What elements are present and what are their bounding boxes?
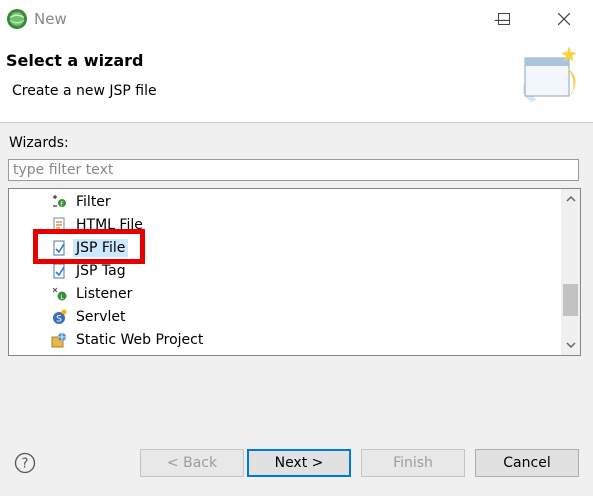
tree-item-label: Servlet — [76, 309, 126, 325]
finish-button[interactable]: Finish — [361, 449, 465, 477]
list-item[interactable]: S Servlet — [51, 306, 129, 328]
cancel-button[interactable]: Cancel — [475, 449, 579, 477]
tree-scrollbar[interactable] — [561, 189, 580, 355]
window-title: New — [34, 10, 67, 28]
wizards-label: Wizards: — [9, 135, 69, 151]
help-icon[interactable]: ? — [14, 452, 36, 474]
html-file-icon — [53, 217, 65, 233]
listener-icon: L — [52, 287, 67, 301]
next-button[interactable]: Next > — [247, 449, 351, 477]
back-button[interactable]: < Back — [140, 449, 244, 477]
chevron-up-icon — [566, 196, 575, 202]
jsp-file-icon — [53, 240, 65, 256]
maximize-icon — [498, 13, 510, 25]
wizard-header: Select a wizard Create a new JSP file — [0, 38, 593, 123]
tree-item-label: Filter — [76, 194, 111, 210]
svg-text:F: F — [60, 201, 64, 208]
list-item[interactable]: JSP File — [51, 237, 129, 259]
new-wizard-banner-icon — [523, 46, 577, 102]
list-item[interactable]: F Filter — [51, 191, 114, 213]
scroll-down-button[interactable] — [561, 335, 580, 355]
maximize-button[interactable] — [481, 0, 527, 38]
close-button[interactable] — [541, 0, 587, 38]
page-title: Select a wizard — [6, 51, 144, 70]
list-item[interactable]: L Listener — [51, 283, 135, 305]
filter-icon: F — [53, 195, 66, 208]
web-project-icon — [51, 333, 66, 348]
chevron-down-icon — [566, 342, 575, 348]
servlet-icon: S — [53, 309, 67, 325]
tree-item-label: JSP File — [73, 239, 129, 257]
tree-item-label: Listener — [76, 286, 133, 302]
scroll-up-button[interactable] — [561, 189, 580, 209]
scroll-thumb[interactable] — [563, 284, 578, 316]
title-bar: New — — [0, 0, 593, 38]
eclipse-logo-icon — [7, 9, 27, 29]
tree-item-label: JSP Tag — [76, 263, 126, 279]
page-description: Create a new JSP file — [12, 83, 157, 99]
jsp-tag-icon — [53, 263, 65, 279]
filter-input[interactable] — [8, 159, 579, 181]
svg-text:?: ? — [22, 457, 29, 472]
tree-item-label: HTML File — [76, 217, 143, 233]
wizard-tree[interactable]: F Filter HTML File JSP File JSP Tag L Li… — [8, 188, 581, 356]
list-item[interactable]: JSP Tag — [51, 260, 129, 282]
list-item[interactable]: HTML File — [51, 214, 146, 236]
list-item[interactable]: Static Web Project — [51, 329, 206, 351]
tree-item-label: Static Web Project — [76, 332, 204, 348]
svg-text:S: S — [56, 315, 62, 325]
close-icon — [558, 13, 570, 25]
